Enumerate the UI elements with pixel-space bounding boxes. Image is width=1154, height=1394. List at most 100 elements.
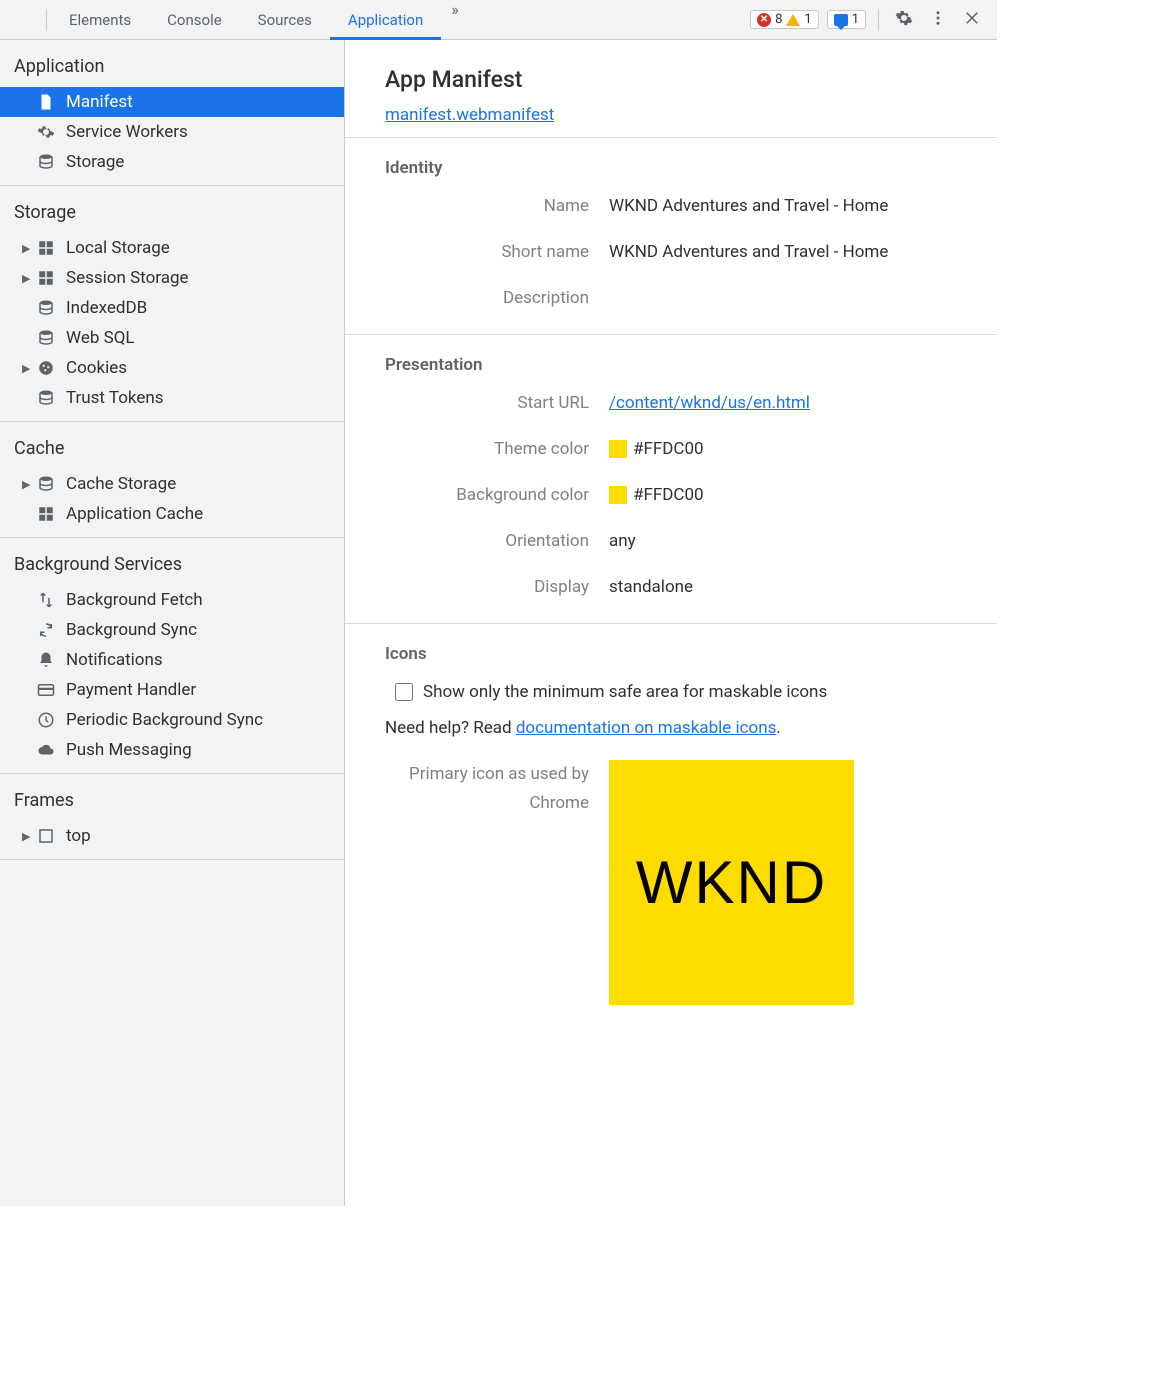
close-icon[interactable] xyxy=(959,4,985,36)
expand-arrow-icon: ▶ xyxy=(22,830,36,843)
sidebar-item-label: Web SQL xyxy=(66,328,135,348)
expand-arrow-icon: ▶ xyxy=(22,362,36,375)
display-value: standalone xyxy=(609,577,693,597)
grid-icon xyxy=(36,268,56,288)
expand-arrow-icon: ▶ xyxy=(22,478,36,491)
db-icon xyxy=(36,298,56,318)
error-warn-badge[interactable]: ✕ 8 1 xyxy=(750,10,819,29)
sync-icon xyxy=(36,620,56,640)
theme-color-swatch xyxy=(609,440,627,458)
file-icon xyxy=(36,92,56,112)
expand-arrow-icon: ▶ xyxy=(22,242,36,255)
tab-elements[interactable]: Elements xyxy=(51,0,149,40)
sidebar-item-pay[interactable]: ▶Payment Handler xyxy=(0,675,344,705)
cloud-icon xyxy=(36,740,56,760)
settings-icon[interactable] xyxy=(891,5,917,35)
sidebar-item-cachestore[interactable]: ▶ Cache Storage xyxy=(0,469,344,499)
sidebar-item-label: Trust Tokens xyxy=(66,388,164,408)
tab-application[interactable]: Application xyxy=(330,0,441,40)
sidebar-item-label: Periodic Background Sync xyxy=(66,710,263,730)
db-icon xyxy=(36,152,56,172)
shortname-value: WKND Adventures and Travel - Home xyxy=(609,242,888,262)
sidebar-item-manifest[interactable]: ▶Manifest xyxy=(0,87,344,117)
themecolor-key: Theme color xyxy=(385,439,609,459)
sidebar-item-notif[interactable]: ▶Notifications xyxy=(0,645,344,675)
gear-icon xyxy=(36,122,56,142)
more-icon[interactable] xyxy=(925,5,951,35)
sidebar-item-label: top xyxy=(66,826,91,846)
sidebar-group-heading: Background Services xyxy=(0,538,344,585)
orientation-key: Orientation xyxy=(385,531,609,551)
sidebar-group-heading: Cache xyxy=(0,422,344,469)
db-icon xyxy=(36,388,56,408)
bg-color-swatch xyxy=(609,486,627,504)
orientation-value: any xyxy=(609,531,636,551)
db-icon xyxy=(36,328,56,348)
warn-count: 1 xyxy=(804,12,811,27)
more-tabs-icon[interactable]: » xyxy=(441,0,469,40)
primary-icon-preview: WKND xyxy=(609,760,854,1005)
clock-icon xyxy=(36,710,56,730)
sidebar-item-label: Cache Storage xyxy=(66,474,176,494)
manifest-link[interactable]: manifest.webmanifest xyxy=(385,105,554,125)
primary-icon-label: Primary icon as used by Chrome xyxy=(385,760,609,1005)
identity-heading: Identity xyxy=(385,158,977,178)
sidebar-item-push[interactable]: ▶Push Messaging xyxy=(0,735,344,765)
grid-icon xyxy=(36,238,56,258)
shortname-key: Short name xyxy=(385,242,609,262)
sidebar-item-label: Session Storage xyxy=(66,268,189,288)
sidebar-group-heading: Application xyxy=(0,40,344,87)
tab-console[interactable]: Console xyxy=(149,0,240,40)
sidebar-item-local[interactable]: ▶ Local Storage xyxy=(0,233,344,263)
presentation-heading: Presentation xyxy=(385,355,977,375)
devtools-toolbar: Elements Console Sources Application » ✕… xyxy=(0,0,997,40)
sidebar-item-top[interactable]: ▶ top xyxy=(0,821,344,851)
sidebar-item-bgsync[interactable]: ▶Background Sync xyxy=(0,615,344,645)
maskable-checkbox-label: Show only the minimum safe area for mask… xyxy=(423,682,827,702)
error-icon: ✕ xyxy=(757,13,771,27)
name-key: Name xyxy=(385,196,609,216)
sidebar-item-session[interactable]: ▶ Session Storage xyxy=(0,263,344,293)
sidebar-item-label: Local Storage xyxy=(66,238,170,258)
application-sidebar: Application▶Manifest▶Service Workers▶Sto… xyxy=(0,40,345,1206)
sidebar-item-label: Background Sync xyxy=(66,620,197,640)
sidebar-item-label: Payment Handler xyxy=(66,680,196,700)
sidebar-item-label: Notifications xyxy=(66,650,163,670)
name-value: WKND Adventures and Travel - Home xyxy=(609,196,888,216)
themecolor-value: #FFDC00 xyxy=(633,439,704,459)
sidebar-item-label: Manifest xyxy=(66,92,133,112)
maskable-docs-link[interactable]: documentation on maskable icons xyxy=(516,718,777,738)
icons-heading: Icons xyxy=(385,644,971,664)
sidebar-item-periodic[interactable]: ▶Periodic Background Sync xyxy=(0,705,344,735)
sidebar-item-label: IndexedDB xyxy=(66,298,147,318)
sidebar-item-bgfetch[interactable]: ▶Background Fetch xyxy=(0,585,344,615)
sidebar-item-storage-app[interactable]: ▶Storage xyxy=(0,147,344,177)
sidebar-item-appcache[interactable]: ▶Application Cache xyxy=(0,499,344,529)
device-icon[interactable] xyxy=(26,8,34,32)
inspect-icon[interactable] xyxy=(12,8,20,32)
sidebar-item-label: Storage xyxy=(66,152,124,172)
sidebar-item-idb[interactable]: ▶IndexedDB xyxy=(0,293,344,323)
warning-icon xyxy=(786,14,800,26)
card-icon xyxy=(36,680,56,700)
sidebar-item-label: Application Cache xyxy=(66,504,203,524)
tab-sources[interactable]: Sources xyxy=(240,0,330,40)
message-badge[interactable]: 1 xyxy=(827,10,866,29)
message-count: 1 xyxy=(852,12,859,27)
page-title: App Manifest xyxy=(385,66,971,93)
sidebar-item-label: Background Fetch xyxy=(66,590,203,610)
maskable-checkbox[interactable] xyxy=(395,683,413,701)
expand-arrow-icon: ▶ xyxy=(22,272,36,285)
sidebar-group-heading: Frames xyxy=(0,774,344,821)
sidebar-item-trust[interactable]: ▶Trust Tokens xyxy=(0,383,344,413)
sidebar-item-sw[interactable]: ▶Service Workers xyxy=(0,117,344,147)
sidebar-item-cookies[interactable]: ▶Cookies xyxy=(0,353,344,383)
bgcolor-key: Background color xyxy=(385,485,609,505)
cookie-icon xyxy=(36,358,56,378)
manifest-panel: App Manifest manifest.webmanifest Identi… xyxy=(345,40,997,1206)
sidebar-item-websql[interactable]: ▶Web SQL xyxy=(0,323,344,353)
sidebar-item-label: Service Workers xyxy=(66,122,188,142)
starturl-link[interactable]: /content/wknd/us/en.html xyxy=(609,393,810,413)
bgcolor-value: #FFDC00 xyxy=(633,485,704,505)
devtools-tabs: Elements Console Sources Application » xyxy=(51,0,750,40)
